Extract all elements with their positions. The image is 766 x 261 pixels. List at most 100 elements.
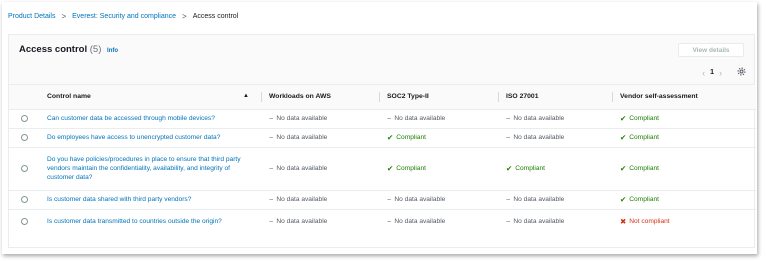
- workloads-status-cell: − No data available: [261, 147, 379, 191]
- status-text: No data available: [394, 114, 446, 122]
- status-badge: − No data available: [269, 163, 327, 173]
- status-text: Compliant: [629, 164, 659, 172]
- gear-icon[interactable]: [737, 67, 746, 78]
- item-count: (5): [89, 44, 102, 55]
- check-circle-icon: ✔: [620, 163, 627, 173]
- status-badge: − No data available: [506, 218, 564, 226]
- panel-title: Access control: [19, 44, 88, 55]
- access-control-panel: Access control (5) Info View details ‹ 1…: [8, 34, 756, 248]
- status-badge: − No data available: [506, 195, 564, 204]
- chevron-left-icon[interactable]: ‹: [702, 68, 705, 78]
- minus-circle-icon: −: [269, 132, 274, 142]
- error-circle-icon: ✖: [620, 216, 627, 226]
- soc2-status-cell: − No data available: [379, 209, 498, 234]
- page-title: Access control (5) Info: [19, 44, 118, 55]
- status-badge: − No data available: [269, 132, 328, 142]
- column-header-workloads[interactable]: Workloads on AWS: [261, 85, 379, 110]
- status-text: No data available: [276, 133, 328, 141]
- view-details-button[interactable]: View details: [678, 43, 744, 57]
- workloads-status-cell: − No data available: [261, 109, 379, 129]
- minus-circle-icon: −: [506, 113, 511, 123]
- status-text: No data available: [276, 114, 328, 122]
- control-question-link[interactable]: Is customer data shared with third party…: [47, 195, 253, 204]
- status-badge: ✖ Not compliant: [620, 218, 670, 226]
- column-header-vendor[interactable]: Vendor self-assessment: [612, 85, 756, 110]
- table-row[interactable]: Do you have policies/procedures in place…: [9, 147, 756, 191]
- status-text: No data available: [394, 195, 446, 203]
- status-badge: − No data available: [387, 218, 445, 226]
- chevron-right-icon[interactable]: ›: [719, 68, 722, 78]
- status-badge: ✔ Compliant: [387, 163, 426, 173]
- soc2-status-cell: − No data available: [379, 109, 498, 129]
- pagination: ‹ 1 ›: [697, 67, 746, 78]
- minus-circle-icon: −: [387, 113, 392, 123]
- control-name-cell: Is customer data transmitted to countrie…: [39, 209, 261, 234]
- select-cell: [9, 128, 39, 148]
- vendor-status-cell: ✔ Compliant: [612, 190, 756, 210]
- status-text: No data available: [513, 114, 565, 122]
- soc2-status-cell: − No data available: [379, 190, 498, 210]
- check-circle-icon: ✔: [620, 194, 627, 204]
- select-column-header: [9, 85, 39, 110]
- status-badge: − No data available: [387, 113, 446, 123]
- row-radio[interactable]: [21, 133, 28, 141]
- row-radio[interactable]: [21, 218, 28, 226]
- table-row[interactable]: Can customer data be accessed through mo…: [9, 109, 756, 129]
- row-radio[interactable]: [21, 164, 28, 172]
- breadcrumb-product-details[interactable]: Product Details: [8, 13, 55, 20]
- status-badge: − No data available: [387, 195, 446, 204]
- status-badge: ✔ Compliant: [620, 133, 659, 142]
- row-radio[interactable]: [21, 114, 28, 122]
- iso-status-cell: ✔ Compliant: [498, 147, 612, 191]
- workloads-status-cell: − No data available: [261, 209, 379, 234]
- table-header-row: Control name ▲ Workloads on AWS SOC2 Typ…: [9, 85, 756, 110]
- iso-status-cell: − No data available: [498, 128, 612, 148]
- control-question-link[interactable]: Do you have policies/procedures in place…: [47, 155, 253, 182]
- breadcrumb: Product Details > Everest: Security and …: [8, 12, 238, 21]
- info-link[interactable]: Info: [107, 48, 118, 54]
- select-cell: [9, 109, 39, 129]
- status-badge: − No data available: [269, 218, 327, 226]
- table-row[interactable]: Is customer data transmitted to countrie…: [9, 209, 756, 234]
- status-text: Compliant: [629, 195, 659, 203]
- chevron-right-icon: >: [182, 12, 187, 21]
- workloads-status-cell: − No data available: [261, 128, 379, 148]
- panel-header: Access control (5) Info View details ‹ 1…: [9, 35, 754, 85]
- column-header-soc2[interactable]: SOC2 Type-II: [379, 85, 498, 110]
- control-question-link[interactable]: Do employees have access to unencrypted …: [47, 133, 253, 142]
- minus-circle-icon: −: [269, 113, 274, 123]
- control-question-link[interactable]: Can customer data be accessed through mo…: [47, 114, 253, 123]
- status-text: Compliant: [629, 114, 659, 122]
- select-cell: [9, 209, 39, 234]
- status-text: No data available: [276, 195, 328, 203]
- column-header-control-name[interactable]: Control name ▲: [39, 85, 261, 110]
- control-name-cell: Do employees have access to unencrypted …: [39, 128, 261, 148]
- vendor-status-cell: ✔ Compliant: [612, 147, 756, 191]
- sort-ascending-icon[interactable]: ▲: [243, 93, 249, 99]
- status-text: Not compliant: [629, 218, 670, 225]
- check-circle-icon: ✔: [387, 163, 394, 173]
- row-radio[interactable]: [21, 195, 28, 203]
- breadcrumb-security-compliance[interactable]: Everest: Security and compliance: [72, 13, 176, 20]
- vendor-status-cell: ✔ Compliant: [612, 128, 756, 148]
- control-name-cell: Can customer data be accessed through mo…: [39, 109, 261, 129]
- control-question-link[interactable]: Is customer data transmitted to countrie…: [47, 217, 253, 226]
- control-name-cell: Is customer data shared with third party…: [39, 190, 261, 210]
- page-number[interactable]: 1: [710, 69, 714, 76]
- minus-circle-icon: −: [269, 194, 274, 204]
- status-badge: − No data available: [506, 113, 565, 123]
- status-text: No data available: [513, 133, 565, 141]
- screenshot-frame: Product Details > Everest: Security and …: [2, 2, 757, 254]
- iso-status-cell: − No data available: [498, 109, 612, 129]
- minus-circle-icon: −: [506, 216, 511, 226]
- minus-circle-icon: −: [269, 163, 274, 173]
- select-cell: [9, 147, 39, 191]
- column-header-iso[interactable]: ISO 27001: [498, 85, 612, 110]
- vendor-status-cell: ✔ Compliant: [612, 109, 756, 129]
- table-row[interactable]: Do employees have access to unencrypted …: [9, 128, 756, 148]
- status-badge: ✔ Compliant: [620, 163, 659, 173]
- soc2-status-cell: ✔ Compliant: [379, 147, 498, 191]
- soc2-status-cell: ✔ Compliant: [379, 128, 498, 148]
- table-row[interactable]: Is customer data shared with third party…: [9, 190, 756, 210]
- status-text: No data available: [394, 218, 446, 225]
